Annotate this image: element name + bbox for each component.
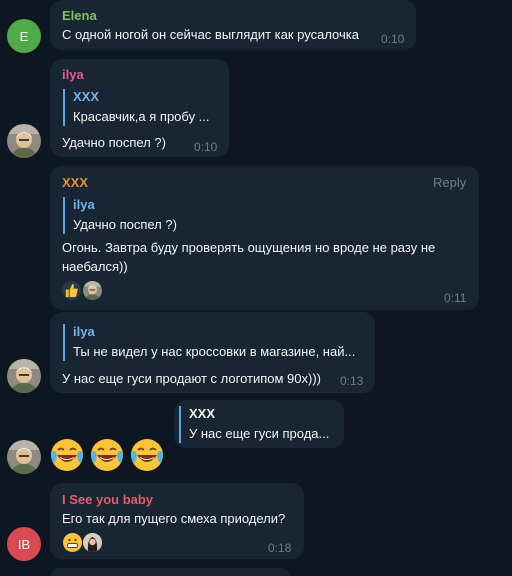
reply-quote[interactable]: ilya Удачно поспел ?) xyxy=(63,197,177,234)
laughing-crying-emoji xyxy=(89,437,125,473)
quote-author: ilya xyxy=(73,197,95,212)
message-text-line1: Огонь. Завтра буду проверять ощущения но… xyxy=(62,240,436,255)
avatar-letter: E xyxy=(19,28,29,44)
thumbs-up-icon[interactable] xyxy=(62,281,81,300)
laughing-crying-emoji xyxy=(49,437,85,473)
avatar-ilya-3[interactable] xyxy=(7,440,41,474)
message-time: 0:10 xyxy=(381,32,405,46)
message-time: 0:18 xyxy=(268,541,292,555)
message-time: 0:13 xyxy=(340,374,364,388)
avatar-iseeyoubaby[interactable]: IB xyxy=(7,527,41,561)
quote-author: ilya xyxy=(73,324,95,339)
avatar-reaction-icon[interactable] xyxy=(83,281,102,300)
reply-quote[interactable]: ilya Ты не видел у нас кроссовки в магаз… xyxy=(63,324,355,361)
avatar-ilya-2[interactable] xyxy=(7,359,41,393)
message-bubble-elena[interactable]: Elena С одной ногой он сейчас выглядит к… xyxy=(50,0,416,50)
sender-name[interactable]: XXX xyxy=(62,175,88,190)
quote-author: XXX xyxy=(189,406,216,421)
message-text: Его так для пущего смеха приодели? xyxy=(62,511,286,526)
reply-quote[interactable]: XXX Красавчик,а я пробу ... xyxy=(63,89,210,126)
message-bubble-xxx[interactable]: XXX Reply ilya Удачно поспел ?) Огонь. З… xyxy=(50,166,479,310)
message-text: С одной ногой он сейчас выглядит как рус… xyxy=(62,27,359,42)
quote-text: Удачно поспел ?) xyxy=(73,217,177,232)
quote-text: У нас еще гуси прода... xyxy=(189,426,330,441)
laughing-crying-emoji xyxy=(129,437,165,473)
message-bubble-partial[interactable] xyxy=(50,568,290,576)
avatar-reaction-icon[interactable] xyxy=(83,533,102,552)
avatar-ilya[interactable] xyxy=(7,124,41,158)
quote-author: XXX xyxy=(73,89,100,104)
quote-text: Ты не видел у нас кроссовки в магазине, … xyxy=(73,344,356,359)
sender-name[interactable]: Elena xyxy=(62,8,97,23)
message-time: 0:11 xyxy=(444,291,467,305)
avatar-elena[interactable]: E xyxy=(7,19,41,53)
avatar-letter: IB xyxy=(17,536,31,552)
message-text: Удачно поспел ?) xyxy=(62,135,166,150)
sender-name[interactable]: ilya xyxy=(62,67,84,82)
sender-name[interactable]: I See you baby xyxy=(62,492,153,507)
quote-text: Красавчик,а я пробу ... xyxy=(73,109,210,124)
grinning-emoji-icon[interactable] xyxy=(63,533,82,552)
message-text-line2: наебался)) xyxy=(62,259,128,274)
reply-button[interactable]: Reply xyxy=(433,175,466,190)
message-bubble-ilya[interactable]: ilya XXX Красавчик,а я пробу ... Удачно … xyxy=(50,59,229,157)
message-bubble-iseeyoubaby[interactable]: I See you baby Его так для пущего смеха … xyxy=(50,483,304,559)
reply-quote[interactable]: XXX У нас еще гуси прода... xyxy=(179,406,329,443)
message-bubble-emoji-reply[interactable]: XXX У нас еще гуси прода... xyxy=(174,400,344,448)
message-time: 0:10 xyxy=(194,140,218,154)
message-text: У нас еще гуси продают с логотипом 90х))… xyxy=(62,371,321,386)
message-bubble-ilya-2[interactable]: ilya Ты не видел у нас кроссовки в магаз… xyxy=(50,312,375,393)
